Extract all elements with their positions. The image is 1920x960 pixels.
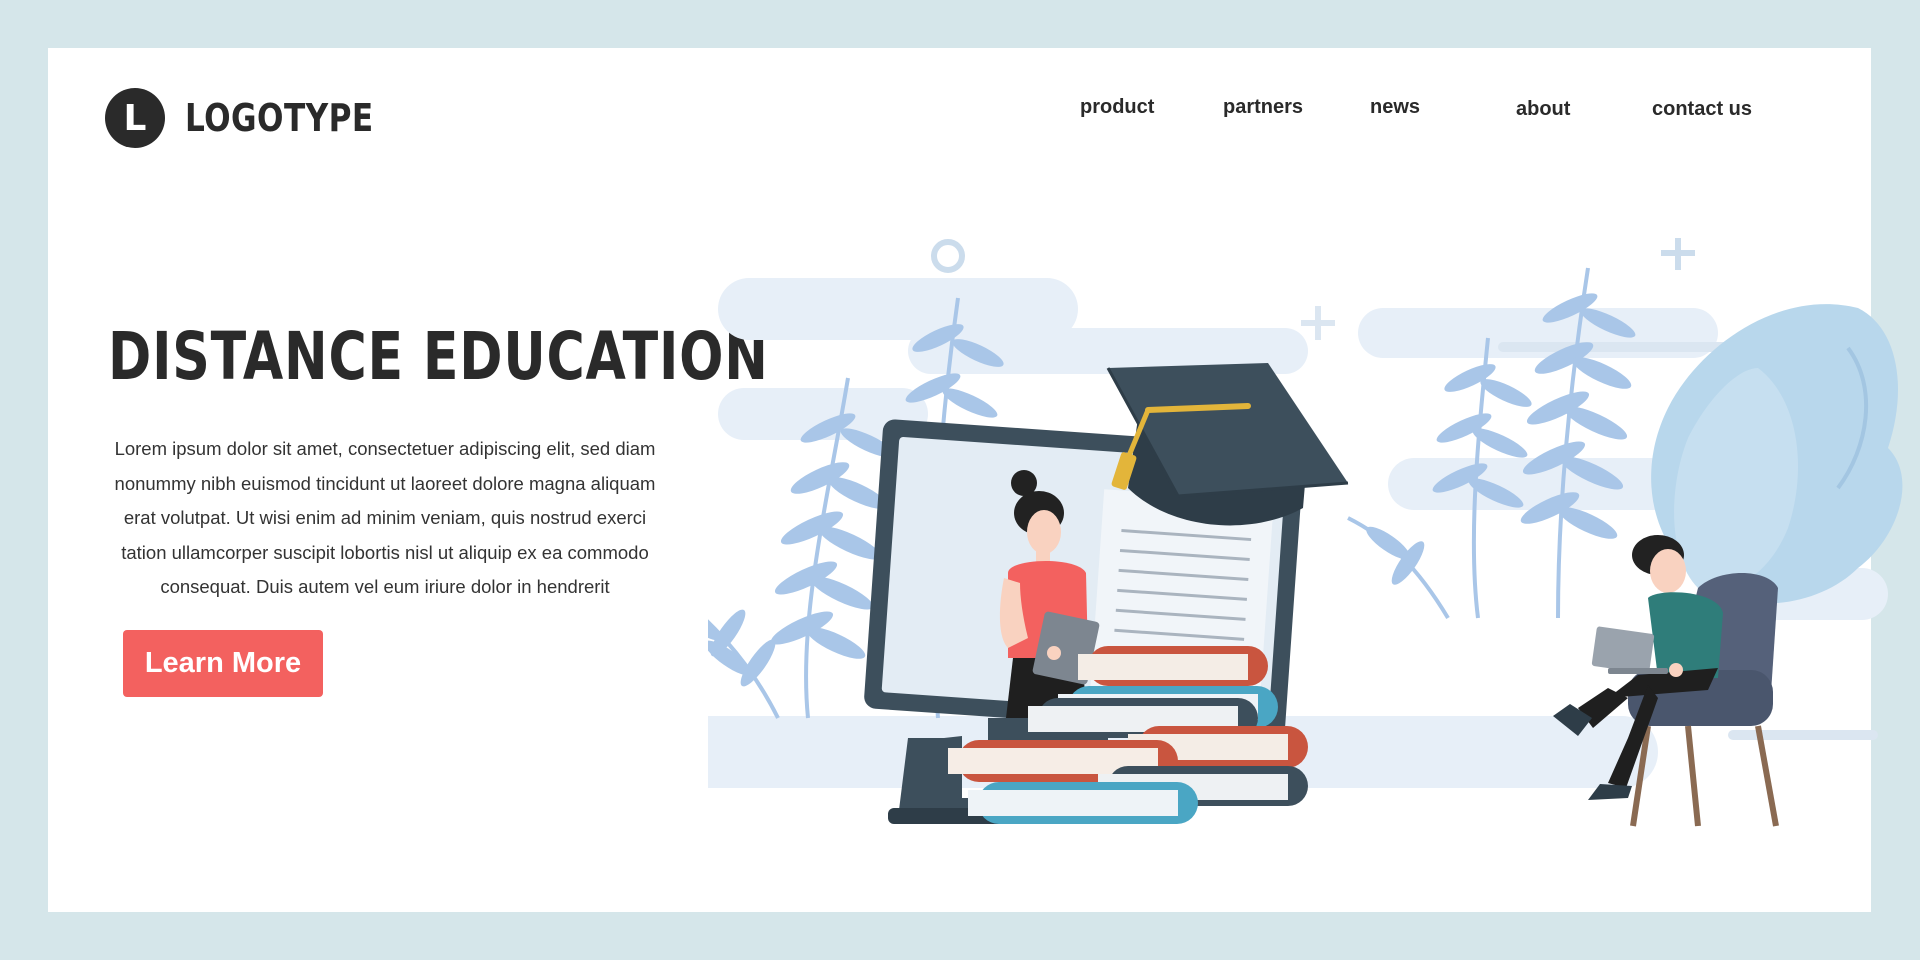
nav-contact[interactable]: contact us xyxy=(1652,98,1752,121)
logo-text: LOGOTYPE xyxy=(185,96,374,140)
logo[interactable]: L LOGOTYPE xyxy=(105,88,415,148)
circle-icon xyxy=(931,239,965,273)
nav-about[interactable]: about xyxy=(1516,98,1570,121)
logo-badge: L xyxy=(105,88,165,148)
main-nav: product partners news about contact us xyxy=(1048,96,1828,136)
nav-partners[interactable]: partners xyxy=(1223,96,1303,119)
landing-card: L LOGOTYPE product partners news about c… xyxy=(48,48,1903,912)
learn-more-button[interactable]: Learn More xyxy=(123,630,323,697)
nav-product[interactable]: product xyxy=(1080,96,1154,119)
distance-education-illustration xyxy=(708,238,1903,827)
plus-icon xyxy=(1661,238,1695,270)
hero-description: Lorem ipsum dolor sit amet, consectetuer… xyxy=(114,438,656,597)
page-title: DISTANCE EDUCATION xyxy=(108,318,769,395)
plus-icon xyxy=(1301,306,1335,340)
nav-news[interactable]: news xyxy=(1370,96,1420,119)
